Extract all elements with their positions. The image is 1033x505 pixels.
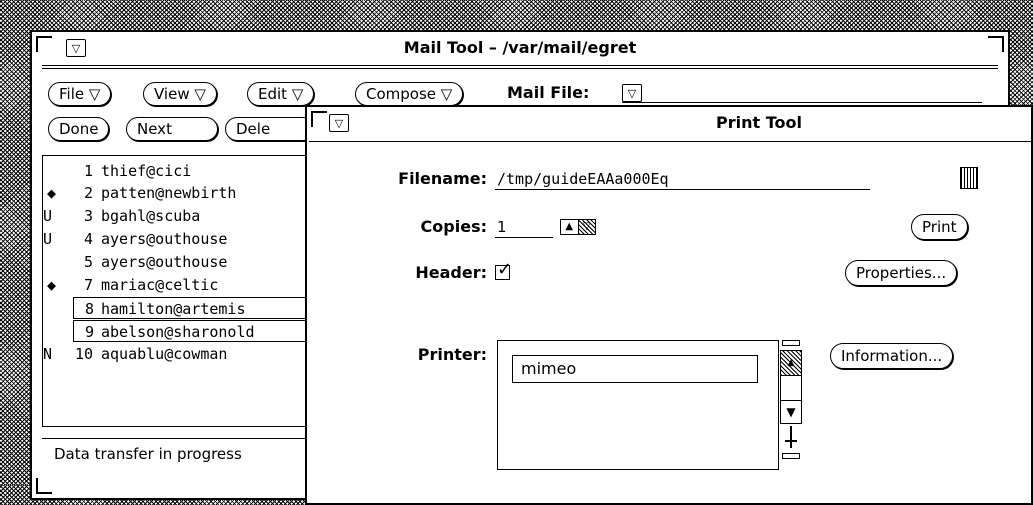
window-title: Mail Tool – /var/mail/egret bbox=[403, 38, 637, 57]
window-corner-top-left[interactable] bbox=[311, 111, 327, 127]
message-sender: thief@cici bbox=[101, 162, 192, 180]
checkmark-icon: ✓ bbox=[497, 259, 513, 280]
scroll-down-icon[interactable]: ▼ bbox=[781, 400, 801, 423]
message-number: 10 bbox=[74, 345, 93, 363]
mail-file-field[interactable] bbox=[622, 102, 982, 103]
view-menu-button[interactable]: View ▽ bbox=[143, 82, 217, 106]
scroll-cable bbox=[790, 426, 792, 448]
message-number: 1 bbox=[83, 162, 93, 180]
message-number: 3 bbox=[83, 207, 93, 225]
copies-underline bbox=[495, 237, 553, 238]
message-status: U bbox=[43, 230, 53, 248]
message-number: 5 bbox=[83, 253, 93, 271]
mail-file-label: Mail File: bbox=[507, 83, 590, 102]
scroll-up-icon[interactable]: ▲ bbox=[781, 351, 801, 376]
message-sender: ayers@outhouse bbox=[101, 253, 228, 271]
print-button[interactable]: Print bbox=[911, 214, 968, 240]
title-divider-2 bbox=[42, 68, 998, 69]
header-label: Header: bbox=[415, 263, 487, 282]
copies-stepper[interactable]: ▲ ▽ bbox=[560, 219, 596, 235]
compose-menu-button[interactable]: Compose ▽ bbox=[355, 82, 464, 106]
print-tool-window: ▽ Print Tool Filename: /tmp/guideEAAa000… bbox=[305, 105, 1033, 505]
scroll-cable-tick bbox=[785, 440, 797, 442]
information-button[interactable]: Information... bbox=[830, 343, 954, 369]
message-number: 2 bbox=[83, 184, 93, 202]
header-checkbox[interactable]: ✓ bbox=[495, 260, 512, 280]
message-status: U bbox=[43, 207, 53, 225]
message-status: N bbox=[43, 345, 53, 363]
printer-list[interactable]: mimeo bbox=[497, 340, 779, 470]
message-sender: ayers@outhouse bbox=[101, 230, 228, 248]
menu-triangle-icon: ▽ bbox=[627, 86, 637, 100]
message-sender: bgahl@scuba bbox=[101, 207, 201, 225]
title-divider bbox=[309, 141, 1031, 142]
menu-triangle-icon: ▽ bbox=[334, 116, 344, 130]
message-number: 7 bbox=[83, 276, 93, 294]
message-sender: aquablu@cowman bbox=[101, 345, 228, 363]
window-menu-button[interactable]: ▽ bbox=[329, 114, 349, 132]
message-sender: patten@newbirth bbox=[101, 184, 237, 202]
done-button[interactable]: Done bbox=[48, 117, 110, 141]
copies-input[interactable]: 1 bbox=[497, 218, 507, 236]
title-divider bbox=[42, 65, 998, 66]
window-corner-bottom-left[interactable] bbox=[36, 478, 52, 494]
scroll-top-cable-anchor[interactable] bbox=[782, 340, 800, 346]
mail-file-menu-button[interactable]: ▽ bbox=[622, 84, 642, 102]
printer-label: Printer: bbox=[417, 345, 487, 364]
filename-label: Filename: bbox=[398, 169, 487, 188]
properties-button[interactable]: Properties... bbox=[845, 260, 958, 286]
stepper-down-icon[interactable]: ▽ bbox=[578, 220, 595, 234]
window-title: Print Tool bbox=[716, 113, 802, 132]
file-menu-button[interactable]: File ▽ bbox=[48, 82, 112, 106]
scroll-bottom-cable-anchor[interactable] bbox=[782, 453, 800, 459]
message-sender: mariac@celtic bbox=[101, 276, 219, 294]
copies-label: Copies: bbox=[420, 217, 487, 236]
edit-menu-button[interactable]: Edit ▽ bbox=[247, 82, 315, 106]
message-number: 9 bbox=[84, 323, 94, 341]
stepper-up-icon[interactable]: ▲ bbox=[561, 220, 579, 234]
scroll-elevator[interactable]: ▲ ▼ bbox=[780, 350, 802, 424]
printer-scrollbar[interactable]: ▲ ▼ bbox=[780, 340, 802, 470]
filename-input[interactable]: /tmp/guideEAAa000Eq bbox=[497, 170, 669, 188]
printer-list-item-selected[interactable]: mimeo bbox=[512, 355, 758, 383]
next-button[interactable]: Next bbox=[126, 117, 218, 141]
message-number: 4 bbox=[83, 230, 93, 248]
delete-button[interactable]: Dele bbox=[225, 117, 315, 141]
message-number: 8 bbox=[84, 300, 94, 318]
message-sender: abelson@sharonold bbox=[101, 323, 255, 341]
message-sender: hamilton@artemis bbox=[101, 300, 246, 318]
file-chooser-icon[interactable] bbox=[960, 167, 978, 189]
filename-underline bbox=[495, 189, 870, 190]
